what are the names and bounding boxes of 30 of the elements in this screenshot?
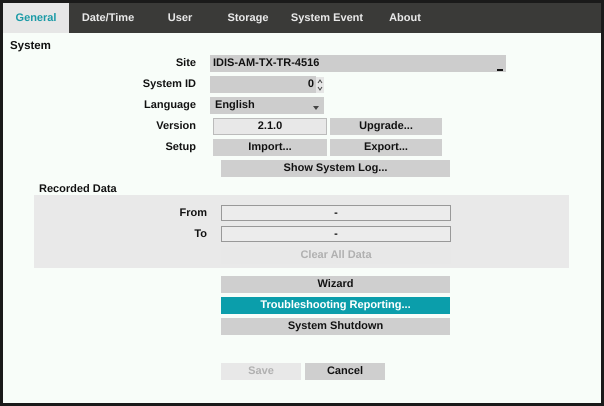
system-id-field[interactable]: 0 — [210, 76, 316, 93]
system-log-button[interactable]: Show System Log... — [221, 160, 450, 177]
section-title: System — [10, 40, 51, 52]
caret-icon — [313, 106, 319, 110]
field-label: Site — [176, 56, 196, 72]
tab[interactable]: Storage — [213, 3, 283, 33]
cancel-button[interactable]: Cancel — [305, 363, 385, 380]
export-button[interactable]: Export... — [330, 139, 442, 156]
cursor-icon — [497, 68, 503, 71]
field-label: System ID — [142, 77, 196, 92]
to-field: - — [221, 226, 451, 242]
field-label: From — [180, 206, 207, 221]
language-dropdown[interactable]: English — [210, 97, 324, 114]
field-label: Version — [156, 119, 196, 134]
from-field: - — [221, 205, 451, 221]
field-label: Language — [144, 98, 196, 114]
field-label: To — [194, 226, 207, 242]
site-field[interactable]: IDIS-AM-TX-TR-4516 — [210, 55, 506, 72]
tab[interactable]: About — [371, 3, 439, 33]
upgrade-button[interactable]: Upgrade... — [330, 118, 442, 135]
version-field: 2.1.0 — [213, 118, 327, 135]
section-title: Recorded Data — [39, 183, 117, 195]
import-button[interactable]: Import... — [213, 139, 327, 156]
action-button[interactable]: System Shutdown — [221, 318, 450, 335]
field-label: Setup — [165, 140, 196, 156]
action-button[interactable]: Wizard — [221, 276, 450, 293]
tab[interactable]: Date/Time — [69, 3, 147, 33]
tab[interactable]: User — [147, 3, 213, 33]
spinner-icon[interactable] — [316, 76, 324, 92]
tab[interactable]: System Event — [283, 3, 371, 33]
